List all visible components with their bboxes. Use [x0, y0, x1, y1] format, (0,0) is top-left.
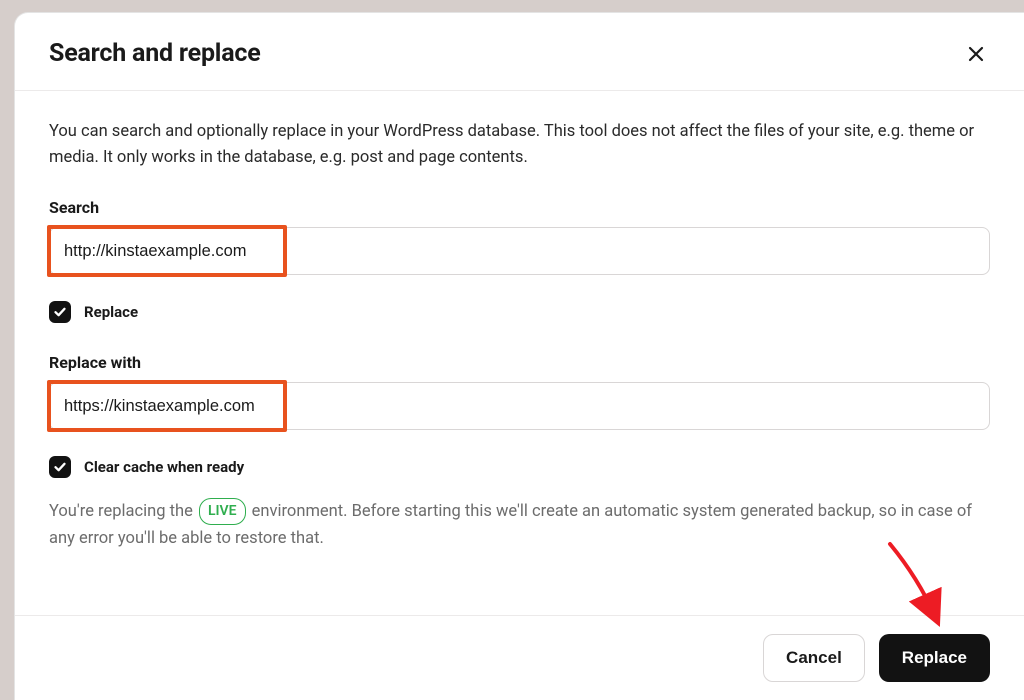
modal-title: Search and replace — [49, 39, 261, 68]
clear-cache-checkbox-label: Clear cache when ready — [84, 458, 244, 476]
live-badge: LIVE — [199, 498, 246, 524]
footnote-pre: You're replacing the — [49, 502, 197, 521]
clear-cache-checkbox-row: Clear cache when ready — [49, 456, 990, 478]
check-icon — [53, 305, 67, 319]
modal-footer: Cancel Replace — [15, 615, 1024, 700]
replace-with-input-wrap — [49, 382, 990, 430]
close-button[interactable] — [962, 40, 990, 68]
search-label: Search — [49, 198, 990, 217]
search-input[interactable] — [49, 227, 990, 275]
replace-checkbox-row: Replace — [49, 301, 990, 323]
replace-with-label: Replace with — [49, 353, 990, 372]
intro-text: You can search and optionally replace in… — [49, 119, 990, 170]
cancel-button[interactable]: Cancel — [763, 634, 865, 682]
clear-cache-checkbox[interactable] — [49, 456, 71, 478]
check-icon — [53, 460, 67, 474]
search-input-wrap — [49, 227, 990, 275]
search-replace-modal: Search and replace You can search and op… — [14, 12, 1024, 700]
replace-button[interactable]: Replace — [879, 634, 990, 682]
environment-footnote: You're replacing the LIVE environment. B… — [49, 498, 990, 552]
modal-header: Search and replace — [15, 13, 1024, 91]
modal-body: You can search and optionally replace in… — [15, 91, 1024, 615]
replace-checkbox[interactable] — [49, 301, 71, 323]
replace-checkbox-label: Replace — [84, 303, 138, 321]
close-icon — [968, 46, 984, 62]
replace-with-input[interactable] — [49, 382, 990, 430]
